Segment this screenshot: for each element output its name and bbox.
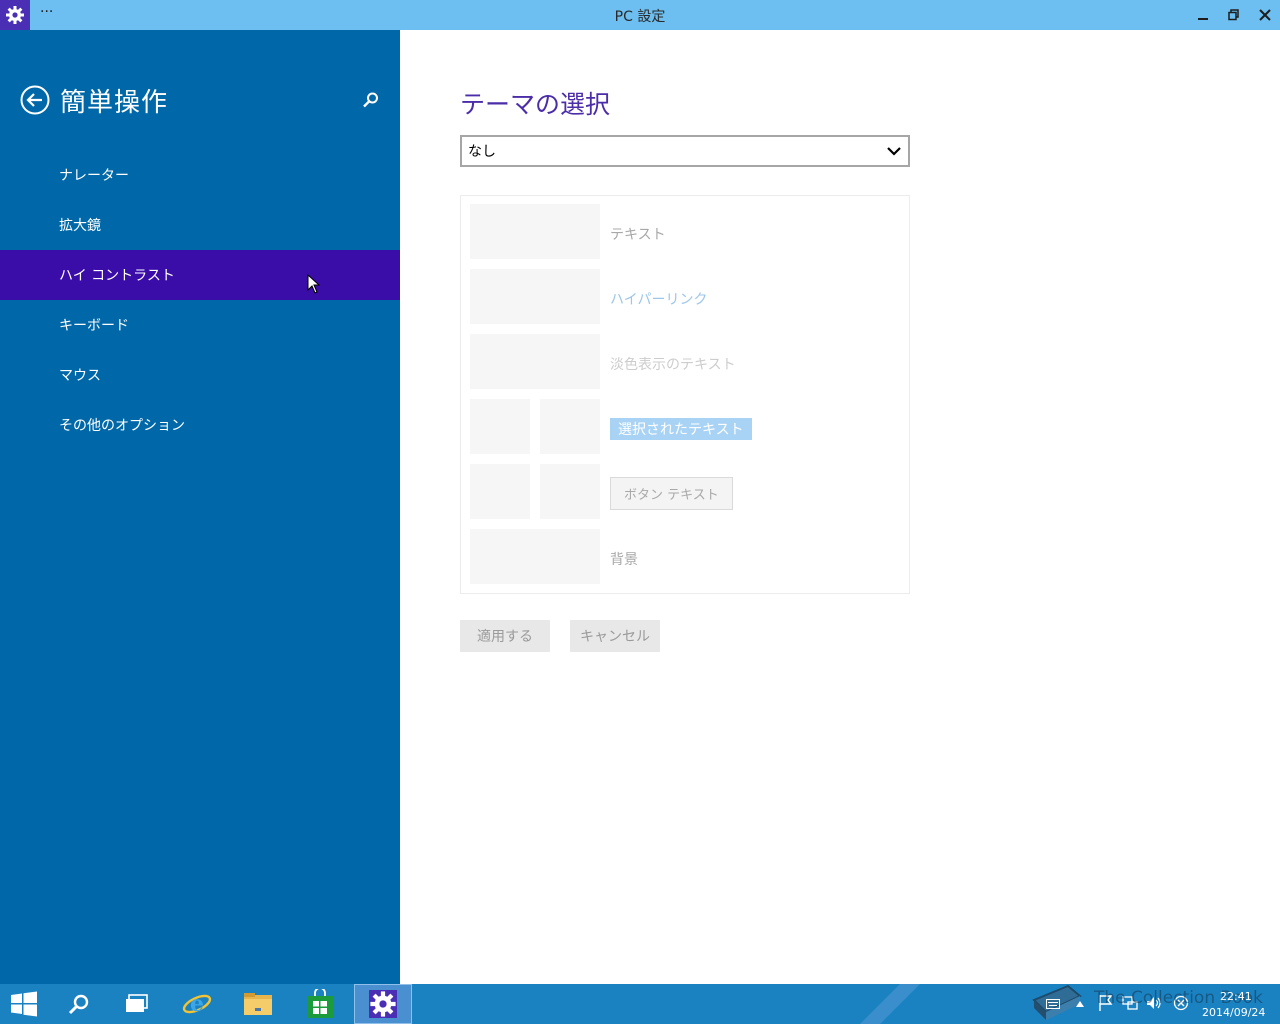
taskbar-decoration [860,984,920,1024]
background-preview-label: 背景 [610,552,638,568]
close-button[interactable] [1249,0,1280,30]
taskbar: e The Collection Book 22:41 2014/09/24 [0,984,1280,1024]
sidebar-item-label: ナレーター [59,168,129,184]
search-icon [363,92,378,108]
clock-date[interactable]: 2014/09/24 [1202,1006,1265,1019]
taskbar-explorer-button[interactable] [229,984,287,1024]
gear-icon [369,990,397,1018]
sidebar-item-keyboard[interactable]: キーボード [0,300,400,350]
search-icon [68,994,89,1015]
dimmed-text-preview-label: 淡色表示のテキスト [610,357,736,373]
mouse-cursor-icon [307,274,321,294]
title-bar: ··· PC 設定 [0,0,1280,30]
settings-sidebar: 簡単操作 ナレーター 拡大鏡 ハイ コントラスト キーボード マウス その他のオ… [0,30,400,984]
page-title: テーマの選択 [460,90,611,119]
hyperlink-preview-label: ハイパーリンク [610,292,708,308]
text-preview-label: テキスト [610,227,666,243]
start-button[interactable] [0,984,48,1024]
section-heading: 簡単操作 [60,88,169,118]
svg-text:e: e [190,991,204,1017]
minimize-button[interactable] [1187,0,1218,30]
sidebar-item-label: 拡大鏡 [59,218,101,234]
taskbar-ie-button[interactable]: e [168,984,226,1024]
restore-button[interactable] [1218,0,1249,30]
windows-logo-icon [11,991,37,1017]
close-icon [1258,9,1271,21]
search-button[interactable] [362,91,380,109]
selected-text-bg-swatch[interactable] [540,399,600,454]
back-arrow-icon [20,85,50,115]
chevron-up-icon[interactable] [1076,1001,1084,1007]
hyperlink-color-swatch[interactable] [470,269,600,324]
selected-text-preview-label: 選択されたテキスト [610,418,752,440]
sidebar-item-other-options[interactable]: その他のオプション [0,400,400,450]
internet-explorer-icon: e [182,991,212,1017]
clock-time[interactable]: 22:41 [1220,990,1252,1003]
sidebar-item-label: その他のオプション [59,418,185,434]
sidebar-item-mouse[interactable]: マウス [0,350,400,400]
sidebar-nav: ナレーター 拡大鏡 ハイ コントラスト キーボード マウス その他のオプション [0,150,400,450]
restore-icon [1227,9,1239,21]
sidebar-item-high-contrast[interactable]: ハイ コントラスト [0,250,400,300]
theme-preview-panel: テキスト ハイパーリンク 淡色表示のテキスト 選択されたテキスト ボタン テキス… [460,195,910,594]
button-text-bg-swatch[interactable] [540,464,600,519]
button-text-fg-swatch[interactable] [470,464,530,519]
theme-select[interactable]: なし [460,135,910,167]
taskbar-search-button[interactable] [50,984,108,1024]
sidebar-item-label: ハイ コントラスト [59,268,175,284]
sidebar-item-label: マウス [59,368,101,384]
button-text-preview-label: ボタン テキスト [610,477,733,510]
sidebar-item-magnifier[interactable]: 拡大鏡 [0,200,400,250]
keyboard-icon[interactable] [1046,999,1060,1009]
sidebar-item-label: キーボード [59,318,129,334]
task-view-icon [126,994,148,1012]
window-title: PC 設定 [614,9,666,25]
background-color-swatch[interactable] [470,529,600,584]
dimmed-text-color-swatch[interactable] [470,334,600,389]
minimize-icon [1197,18,1208,20]
folder-icon [244,993,272,1015]
sidebar-item-narrator[interactable]: ナレーター [0,150,400,200]
store-icon [307,989,333,1018]
main-content: テーマの選択 なし テキスト ハイパーリンク 淡色表示のテキスト 選択されたテキ… [400,30,1280,984]
theme-select-value: なし [468,144,496,160]
cancel-button[interactable]: キャンセル [570,620,660,652]
text-color-swatch[interactable] [470,204,600,259]
apply-button[interactable]: 適用する [460,620,550,652]
task-view-button[interactable] [108,984,166,1024]
selected-text-fg-swatch[interactable] [470,399,530,454]
chevron-down-icon [887,147,901,156]
taskbar-store-button[interactable] [291,984,349,1024]
taskbar-pc-settings-button[interactable] [354,984,412,1024]
back-button[interactable] [20,85,50,115]
